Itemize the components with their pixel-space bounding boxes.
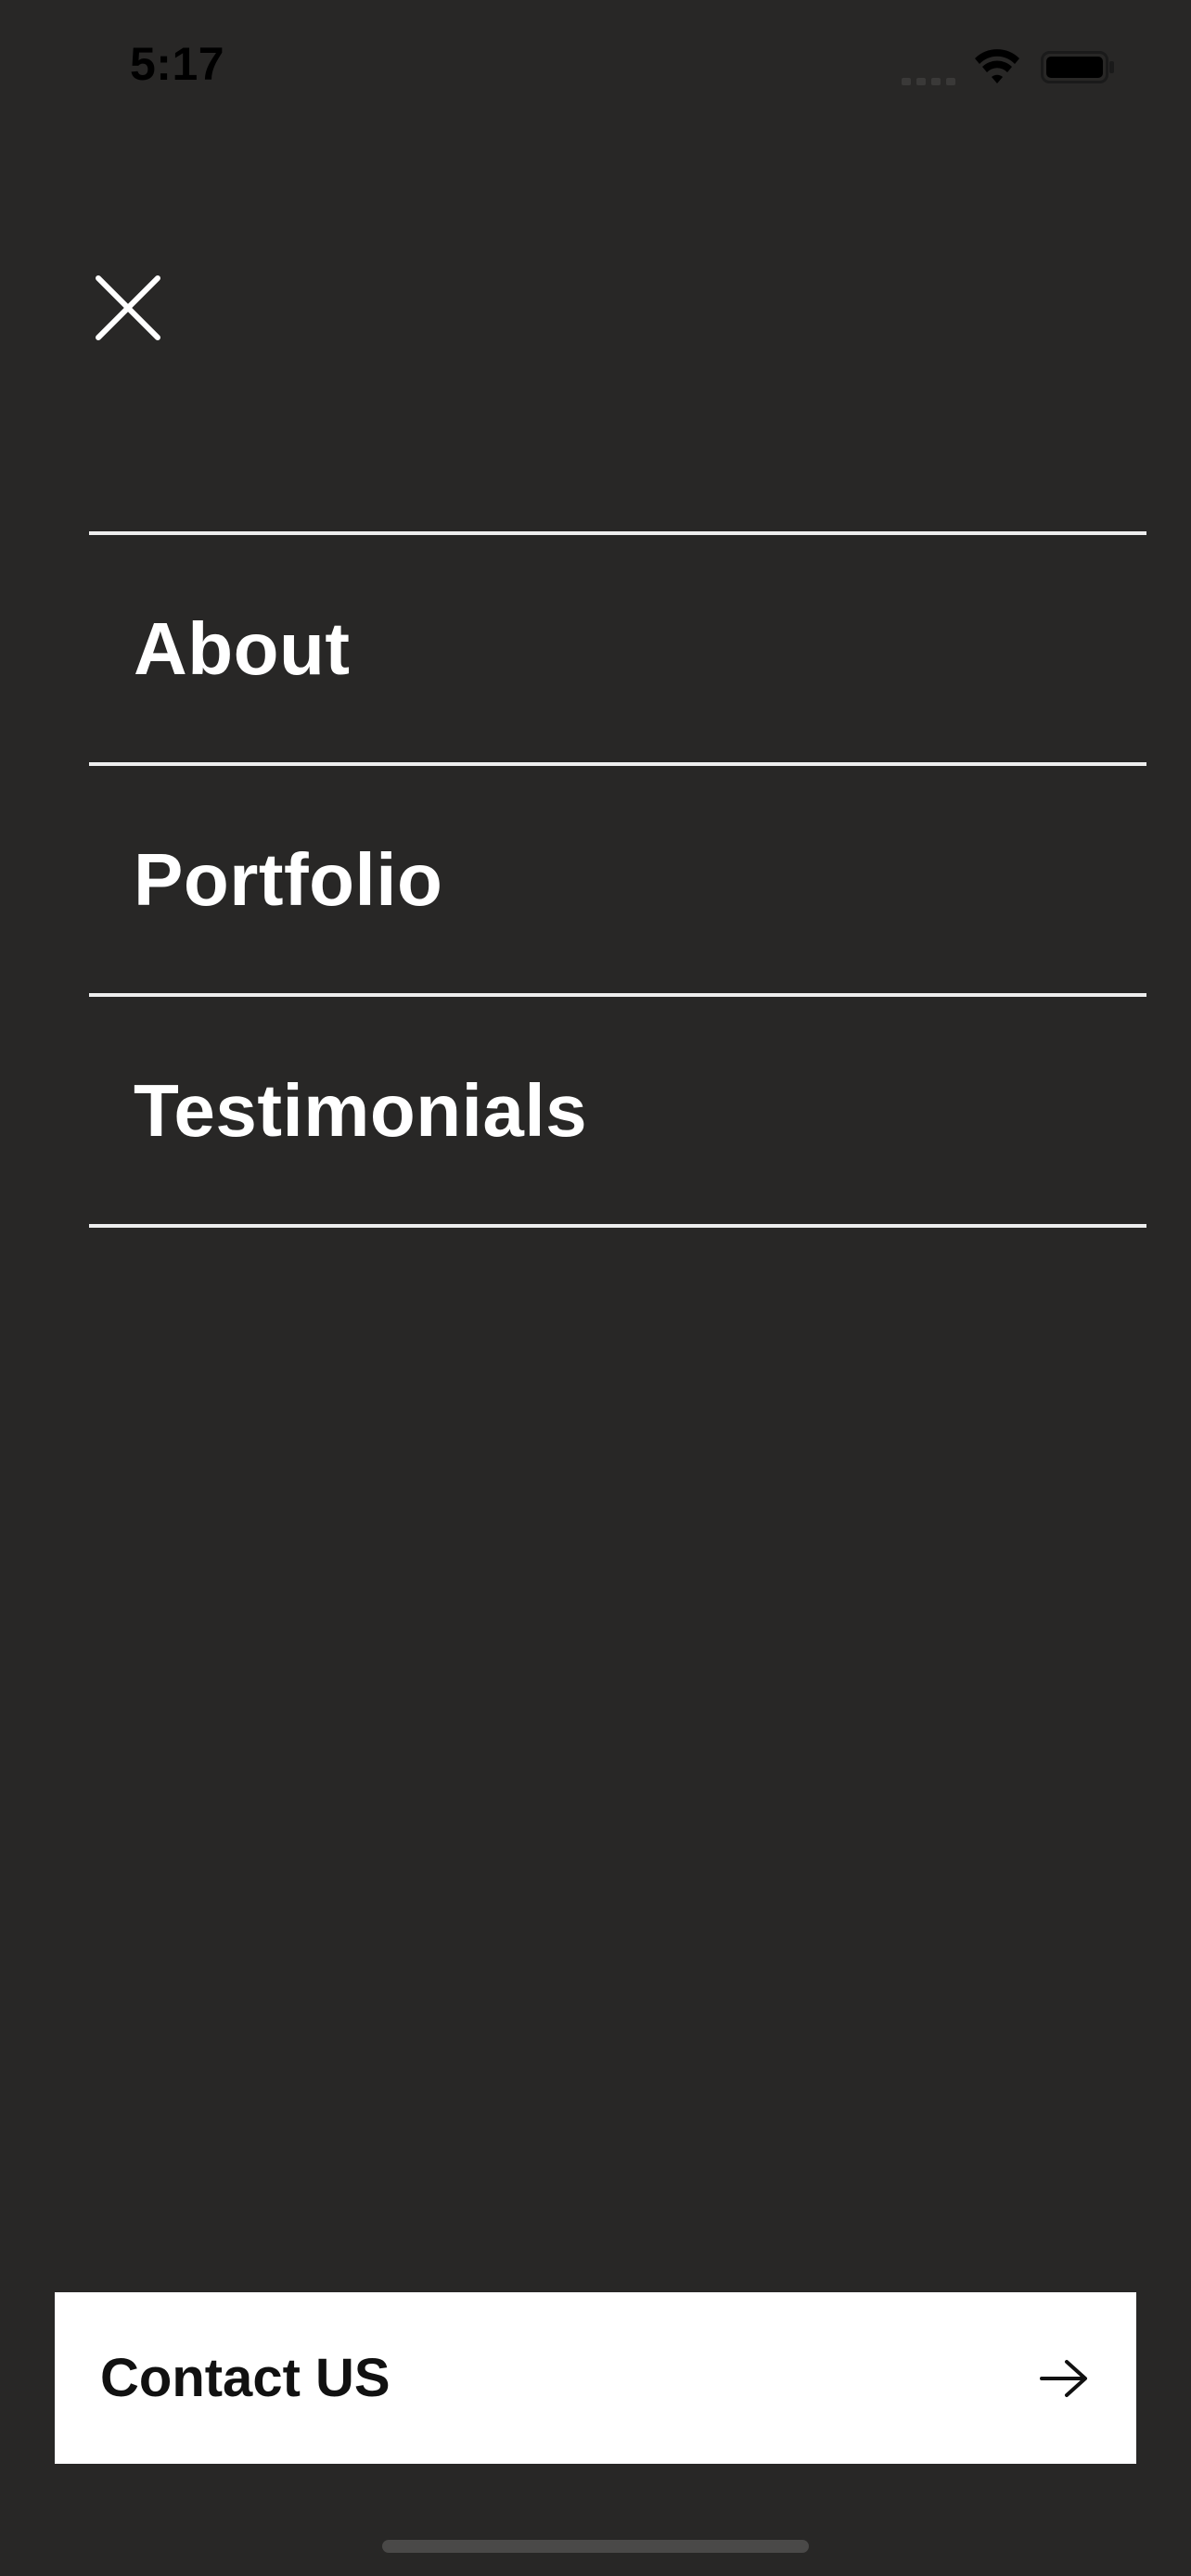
nav-menu: About Portfolio Testimonials xyxy=(89,531,1146,1228)
menu-item-testimonials[interactable]: Testimonials xyxy=(89,997,1146,1224)
menu-item-portfolio[interactable]: Portfolio xyxy=(89,766,1146,993)
contact-us-label: Contact US xyxy=(100,2348,391,2408)
close-icon xyxy=(96,275,160,340)
home-indicator[interactable] xyxy=(382,2540,809,2553)
status-bar: 5:17 xyxy=(0,0,1191,139)
menu-item-label: Testimonials xyxy=(134,1068,588,1152)
menu-item-about[interactable]: About xyxy=(89,535,1146,762)
menu-item-label: Portfolio xyxy=(134,837,443,921)
contact-us-button[interactable]: Contact US xyxy=(55,2292,1136,2464)
divider xyxy=(89,1224,1146,1228)
menu-screen: 5:17 About Portfolio Testimonials Contac… xyxy=(0,0,1191,2576)
battery-icon xyxy=(1041,51,1114,83)
status-time: 5:17 xyxy=(130,38,225,90)
arrow-right-icon xyxy=(1040,2359,1087,2397)
signal-icon xyxy=(902,76,957,85)
close-button[interactable] xyxy=(93,273,163,343)
wifi-icon xyxy=(975,49,1019,83)
menu-item-label: About xyxy=(134,606,351,690)
